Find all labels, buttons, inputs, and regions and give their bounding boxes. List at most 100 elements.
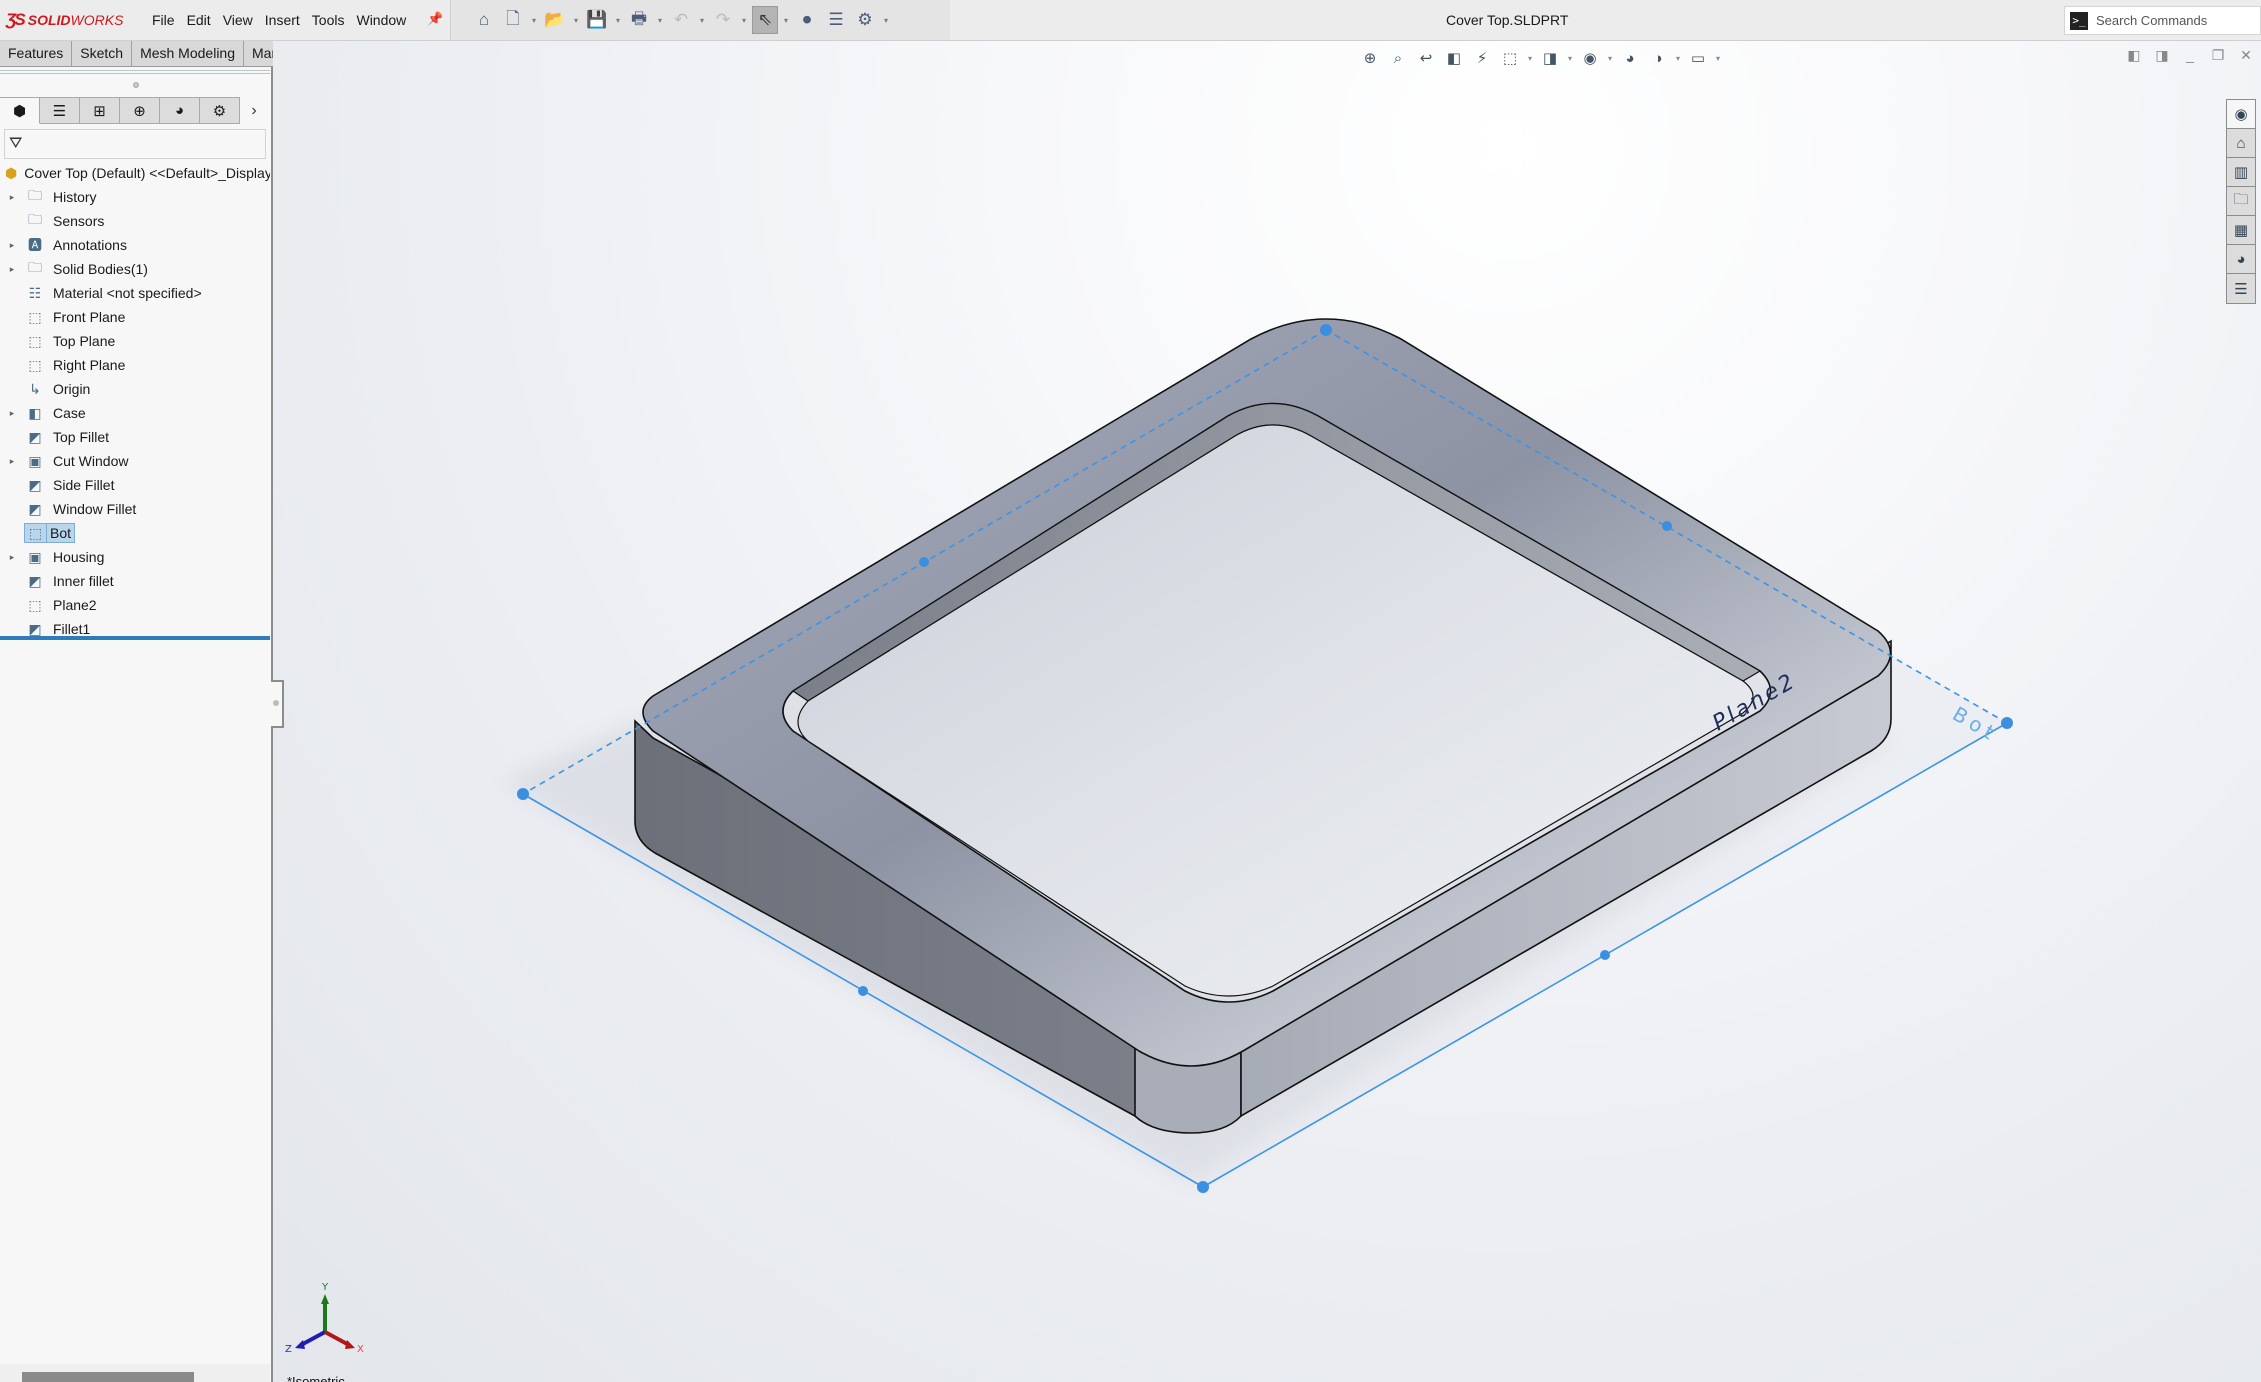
zoom-to-fit-icon[interactable]: ⊕ — [1358, 47, 1382, 69]
print-icon[interactable]: 🖶 — [626, 6, 652, 34]
plane-handle-bottom[interactable] — [1197, 1181, 1209, 1193]
dropdown-caret-icon[interactable]: ▾ — [697, 16, 707, 25]
new-document-icon[interactable]: 🗋 — [500, 6, 526, 34]
previous-document-icon[interactable]: ◧ — [2125, 46, 2143, 64]
configuration-manager-icon[interactable]: ⊞ — [80, 97, 120, 124]
tree-item-housing[interactable]: ▸ ▣ Housing — [0, 545, 270, 569]
expand-arrow-icon[interactable]: ▸ — [0, 192, 24, 203]
rebuild-icon[interactable]: ⏺ — [794, 6, 820, 34]
select-icon[interactable]: ⇖ — [752, 6, 778, 34]
view-settings-icon[interactable]: ▭ — [1686, 47, 1710, 69]
file-properties-icon[interactable]: ☰ — [823, 6, 849, 34]
expand-arrow-icon[interactable]: ▸ — [0, 552, 24, 563]
custom-properties-icon[interactable]: ☰ — [2227, 274, 2255, 303]
tree-item-sensors[interactable]: 🗀 Sensors — [0, 209, 270, 233]
dropdown-caret-icon[interactable]: ▾ — [1566, 54, 1574, 63]
section-view-icon[interactable]: ◧ — [1442, 47, 1466, 69]
next-document-icon[interactable]: ◨ — [2153, 46, 2171, 64]
tree-item-origin[interactable]: ↳ Origin — [0, 377, 270, 401]
dropdown-caret-icon[interactable]: ▾ — [1674, 54, 1682, 63]
tree-root-part[interactable]: ⬢ Cover Top (Default) <<Default>_Display… — [0, 161, 270, 185]
tree-item-top-fillet[interactable]: ◩ Top Fillet — [0, 425, 270, 449]
search-commands-input[interactable] — [2096, 13, 2246, 28]
display-manager-icon[interactable]: ◕ — [160, 97, 200, 124]
dropdown-caret-icon[interactable]: ▾ — [529, 16, 539, 25]
options-icon[interactable]: ⚙ — [852, 6, 878, 34]
minimize-icon[interactable]: _ — [2181, 46, 2199, 64]
dropdown-caret-icon[interactable]: ▾ — [613, 16, 623, 25]
expand-arrow-icon[interactable]: ▸ — [0, 264, 24, 275]
tree-item-front-plane[interactable]: ⬚ Front Plane — [0, 305, 270, 329]
tree-item-solid-bodies-1[interactable]: ▸ 🗀 Solid Bodies(1) — [0, 257, 270, 281]
redo-icon[interactable]: ↷ — [710, 6, 736, 34]
dynamic-annotation-view-icon[interactable]: ⚡ — [1470, 47, 1494, 69]
dropdown-caret-icon[interactable]: ▾ — [739, 16, 749, 25]
save-icon[interactable]: 💾 — [584, 6, 610, 34]
tab-features[interactable]: Features — [0, 41, 73, 66]
dropdown-caret-icon[interactable]: ▾ — [571, 16, 581, 25]
dropdown-caret-icon[interactable]: ▾ — [881, 16, 891, 25]
tree-item-material-not-specified[interactable]: ☷ Material <not specified> — [0, 281, 270, 305]
display-style-icon[interactable]: ◨ — [1538, 47, 1562, 69]
view-orientation-icon[interactable]: ⬚ — [1498, 47, 1522, 69]
search-commands[interactable]: >_ — [2064, 6, 2261, 35]
graphics-area[interactable]: Plane2 Bot Y Z X ⊕ ⌕ ↩ ◧ ⚡ ⬚ ▾ ◨ ▾ ◉ ▾ ◕… — [273, 41, 2261, 1382]
tree-item-top-plane[interactable]: ⬚ Top Plane — [0, 329, 270, 353]
hide-show-items-icon[interactable]: ◉ — [1578, 47, 1602, 69]
tree-item-history[interactable]: ▸ 🗀 History — [0, 185, 270, 209]
feature-tree-filter[interactable]: ⛛ — [4, 129, 266, 159]
dropdown-caret-icon[interactable]: ▾ — [781, 16, 791, 25]
solidworks-resources-icon[interactable]: ◉ — [2227, 100, 2255, 129]
expand-arrow-icon[interactable]: ▸ — [0, 408, 24, 419]
previous-view-icon[interactable]: ↩ — [1414, 47, 1438, 69]
open-icon[interactable]: 📂 — [542, 6, 568, 34]
tree-item-side-fillet[interactable]: ◩ Side Fillet — [0, 473, 270, 497]
tree-item-case[interactable]: ▸ ◧ Case — [0, 401, 270, 425]
menu-tools[interactable]: Tools — [306, 12, 351, 28]
model-view[interactable]: Plane2 Bot Y Z X — [273, 41, 2261, 1382]
filter-icon[interactable]: ⛛ — [9, 135, 22, 153]
tree-item-inner-fillet[interactable]: ◩ Inner fillet — [0, 569, 270, 593]
tab-mesh-modeling[interactable]: Mesh Modeling — [132, 41, 244, 66]
view-palette-icon[interactable]: ▦ — [2227, 216, 2255, 245]
tree-item-cut-window[interactable]: ▸ ▣ Cut Window — [0, 449, 270, 473]
file-explorer-icon[interactable]: 🗀 — [2227, 187, 2255, 216]
panel-collapse-handle[interactable] — [271, 680, 284, 728]
menu-file[interactable]: File — [146, 12, 181, 28]
apply-scene-icon[interactable]: ◑ — [1646, 47, 1670, 69]
zoom-to-area-icon[interactable]: ⌕ — [1386, 47, 1410, 69]
close-icon[interactable]: ✕ — [2237, 46, 2255, 64]
dropdown-caret-icon[interactable]: ▾ — [1606, 54, 1614, 63]
panel-grip-handle[interactable] — [133, 82, 139, 88]
menu-view[interactable]: View — [217, 12, 259, 28]
tree-item-window-fillet[interactable]: ◩ Window Fillet — [0, 497, 270, 521]
tab-sketch[interactable]: Sketch — [72, 41, 133, 66]
plane-handle-left[interactable] — [517, 788, 529, 800]
tree-item-annotations[interactable]: ▸ 🅰 Annotations — [0, 233, 270, 257]
plane-handle-mid-right[interactable] — [1600, 950, 1610, 960]
horizontal-scrollbar[interactable] — [0, 1364, 270, 1382]
appearances-icon[interactable]: ◕ — [2227, 245, 2255, 274]
dropdown-caret-icon[interactable]: ▾ — [1714, 54, 1722, 63]
menu-insert[interactable]: Insert — [259, 12, 306, 28]
dropdown-caret-icon[interactable]: ▾ — [1526, 54, 1534, 63]
pin-menu-icon[interactable]: 📌 — [427, 11, 443, 27]
menu-edit[interactable]: Edit — [181, 12, 217, 28]
plane-handle-right[interactable] — [2001, 717, 2013, 729]
property-manager-icon[interactable]: ☰ — [40, 97, 80, 124]
expand-arrow-icon[interactable]: ▸ — [0, 240, 24, 251]
expand-arrow-icon[interactable]: ▸ — [0, 456, 24, 467]
home-icon[interactable]: ⌂ — [2227, 129, 2255, 158]
cam-manager-icon[interactable]: ⚙ — [200, 97, 240, 124]
tree-item-right-plane[interactable]: ⬚ Right Plane — [0, 353, 270, 377]
home-icon[interactable]: ⌂ — [471, 6, 497, 34]
dimxpert-manager-icon[interactable]: ⊕ — [120, 97, 160, 124]
undo-icon[interactable]: ↶ — [668, 6, 694, 34]
more-tabs-chevron-icon[interactable]: › — [240, 97, 268, 124]
tree-item-bot[interactable]: ⬚ Bot — [0, 521, 270, 545]
solidworks-logo[interactable]: ƷS SOLIDWORKS — [6, 9, 123, 31]
plane-handle-mid-top-left[interactable] — [919, 557, 929, 567]
design-library-icon[interactable]: ▥ — [2227, 158, 2255, 187]
edit-appearance-icon[interactable]: ◕ — [1618, 47, 1642, 69]
rollback-bar[interactable] — [0, 636, 270, 640]
